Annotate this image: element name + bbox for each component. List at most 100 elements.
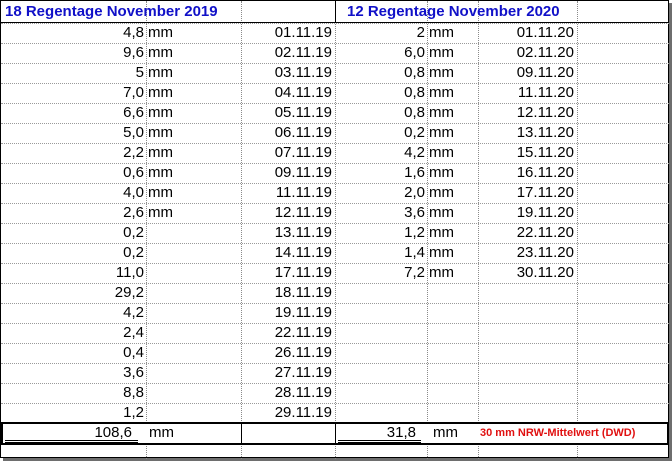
rain-value-cell[interactable]: 0,2 [1, 223, 144, 243]
unit-cell[interactable]: mm [148, 63, 238, 83]
total-2019-unit[interactable]: mm [149, 423, 209, 443]
rain-value-cell[interactable]: 4,8 [1, 23, 144, 43]
date-cell[interactable]: 09.11.20 [478, 63, 574, 83]
date-cell[interactable]: 02.11.20 [478, 43, 574, 63]
date-cell[interactable]: 04.11.19 [241, 83, 332, 103]
unit-cell[interactable] [148, 323, 238, 343]
rain-value-cell[interactable]: 4,0 [1, 183, 144, 203]
rain-value-cell[interactable]: 7,2 [335, 263, 425, 283]
rain-value-cell[interactable]: 5,0 [1, 123, 144, 143]
unit-cell[interactable]: mm [429, 63, 477, 83]
unit-cell[interactable]: mm [148, 203, 238, 223]
date-cell[interactable]: 17.11.19 [241, 263, 332, 283]
date-cell[interactable]: 26.11.19 [241, 343, 332, 363]
rain-value-cell[interactable]: 6,6 [1, 103, 144, 123]
dwd-average-note[interactable]: 30 mm NRW-Mittelwert (DWD) [480, 423, 668, 443]
date-cell[interactable]: 05.11.19 [241, 103, 332, 123]
header-2019[interactable]: 18 Regentage November 2019 [5, 2, 241, 22]
unit-cell[interactable]: mm [148, 103, 238, 123]
rain-value-cell[interactable]: 2,2 [1, 143, 144, 163]
date-cell[interactable]: 03.11.19 [241, 63, 332, 83]
date-cell[interactable]: 14.11.19 [241, 243, 332, 263]
unit-cell[interactable] [148, 403, 238, 423]
date-cell[interactable]: 12.11.19 [241, 203, 332, 223]
rain-value-cell[interactable]: 0,2 [1, 243, 144, 263]
header-2020[interactable]: 12 Regentage November 2020 [347, 2, 582, 22]
unit-cell[interactable]: mm [429, 243, 477, 263]
date-cell[interactable]: 16.11.20 [478, 163, 574, 183]
rain-value-cell[interactable]: 2,4 [1, 323, 144, 343]
unit-cell[interactable] [148, 343, 238, 363]
date-cell[interactable]: 17.11.20 [478, 183, 574, 203]
date-cell[interactable]: 28.11.19 [241, 383, 332, 403]
unit-cell[interactable] [148, 283, 238, 303]
rain-value-cell[interactable]: 7,0 [1, 83, 144, 103]
date-cell[interactable]: 15.11.20 [478, 143, 574, 163]
unit-cell[interactable]: mm [429, 103, 477, 123]
date-cell[interactable]: 19.11.19 [241, 303, 332, 323]
unit-cell[interactable]: mm [429, 23, 477, 43]
date-cell[interactable]: 13.11.19 [241, 223, 332, 243]
unit-cell[interactable] [148, 223, 238, 243]
unit-cell[interactable]: mm [429, 183, 477, 203]
date-cell[interactable]: 07.11.19 [241, 143, 332, 163]
total-2020-unit[interactable]: mm [433, 423, 473, 443]
unit-cell[interactable] [148, 303, 238, 323]
rain-value-cell[interactable]: 0,6 [1, 163, 144, 183]
rain-value-cell[interactable]: 4,2 [1, 303, 144, 323]
date-cell[interactable]: 11.11.20 [478, 83, 574, 103]
date-cell[interactable]: 30.11.20 [478, 263, 574, 283]
rain-value-cell[interactable]: 9,6 [1, 43, 144, 63]
unit-cell[interactable]: mm [148, 143, 238, 163]
date-cell[interactable]: 27.11.19 [241, 363, 332, 383]
unit-cell[interactable]: mm [429, 263, 477, 283]
date-cell[interactable]: 11.11.19 [241, 183, 332, 203]
rain-value-cell[interactable]: 1,2 [335, 223, 425, 243]
rain-value-cell[interactable]: 0,8 [335, 83, 425, 103]
date-cell[interactable]: 12.11.20 [478, 103, 574, 123]
rain-value-cell[interactable]: 5 [1, 63, 144, 83]
rain-value-cell[interactable]: 2 [335, 23, 425, 43]
unit-cell[interactable] [148, 383, 238, 403]
total-2020-value[interactable]: 31,8 [335, 423, 416, 443]
rain-value-cell[interactable]: 0,4 [1, 343, 144, 363]
unit-cell[interactable] [148, 243, 238, 263]
rain-value-cell[interactable]: 0,8 [335, 103, 425, 123]
date-cell[interactable]: 09.11.19 [241, 163, 332, 183]
total-2019-value[interactable]: 108,6 [1, 423, 132, 443]
rain-value-cell[interactable]: 6,0 [335, 43, 425, 63]
unit-cell[interactable]: mm [429, 83, 477, 103]
rain-value-cell[interactable]: 0,2 [335, 123, 425, 143]
unit-cell[interactable]: mm [429, 203, 477, 223]
date-cell[interactable]: 01.11.19 [241, 23, 332, 43]
rain-value-cell[interactable]: 1,4 [335, 243, 425, 263]
rain-value-cell[interactable]: 2,6 [1, 203, 144, 223]
date-cell[interactable]: 13.11.20 [478, 123, 574, 143]
unit-cell[interactable]: mm [148, 83, 238, 103]
rain-value-cell[interactable]: 0,8 [335, 63, 425, 83]
date-cell[interactable]: 19.11.20 [478, 203, 574, 223]
unit-cell[interactable] [148, 263, 238, 283]
rain-value-cell[interactable]: 1,2 [1, 403, 144, 423]
rain-value-cell[interactable]: 1,6 [335, 163, 425, 183]
rain-value-cell[interactable]: 29,2 [1, 283, 144, 303]
rain-value-cell[interactable]: 3,6 [1, 363, 144, 383]
date-cell[interactable]: 29.11.19 [241, 403, 332, 423]
rain-value-cell[interactable]: 11,0 [1, 263, 144, 283]
date-cell[interactable]: 06.11.19 [241, 123, 332, 143]
rain-value-cell[interactable]: 8,8 [1, 383, 144, 403]
unit-cell[interactable]: mm [148, 23, 238, 43]
unit-cell[interactable]: mm [148, 163, 238, 183]
rain-value-cell[interactable]: 3,6 [335, 203, 425, 223]
unit-cell[interactable]: mm [429, 143, 477, 163]
unit-cell[interactable]: mm [148, 43, 238, 63]
unit-cell[interactable]: mm [429, 43, 477, 63]
unit-cell[interactable]: mm [148, 183, 238, 203]
unit-cell[interactable]: mm [148, 123, 238, 143]
unit-cell[interactable]: mm [429, 123, 477, 143]
date-cell[interactable]: 01.11.20 [478, 23, 574, 43]
date-cell[interactable]: 22.11.19 [241, 323, 332, 343]
unit-cell[interactable]: mm [429, 223, 477, 243]
date-cell[interactable]: 23.11.20 [478, 243, 574, 263]
unit-cell[interactable]: mm [429, 163, 477, 183]
